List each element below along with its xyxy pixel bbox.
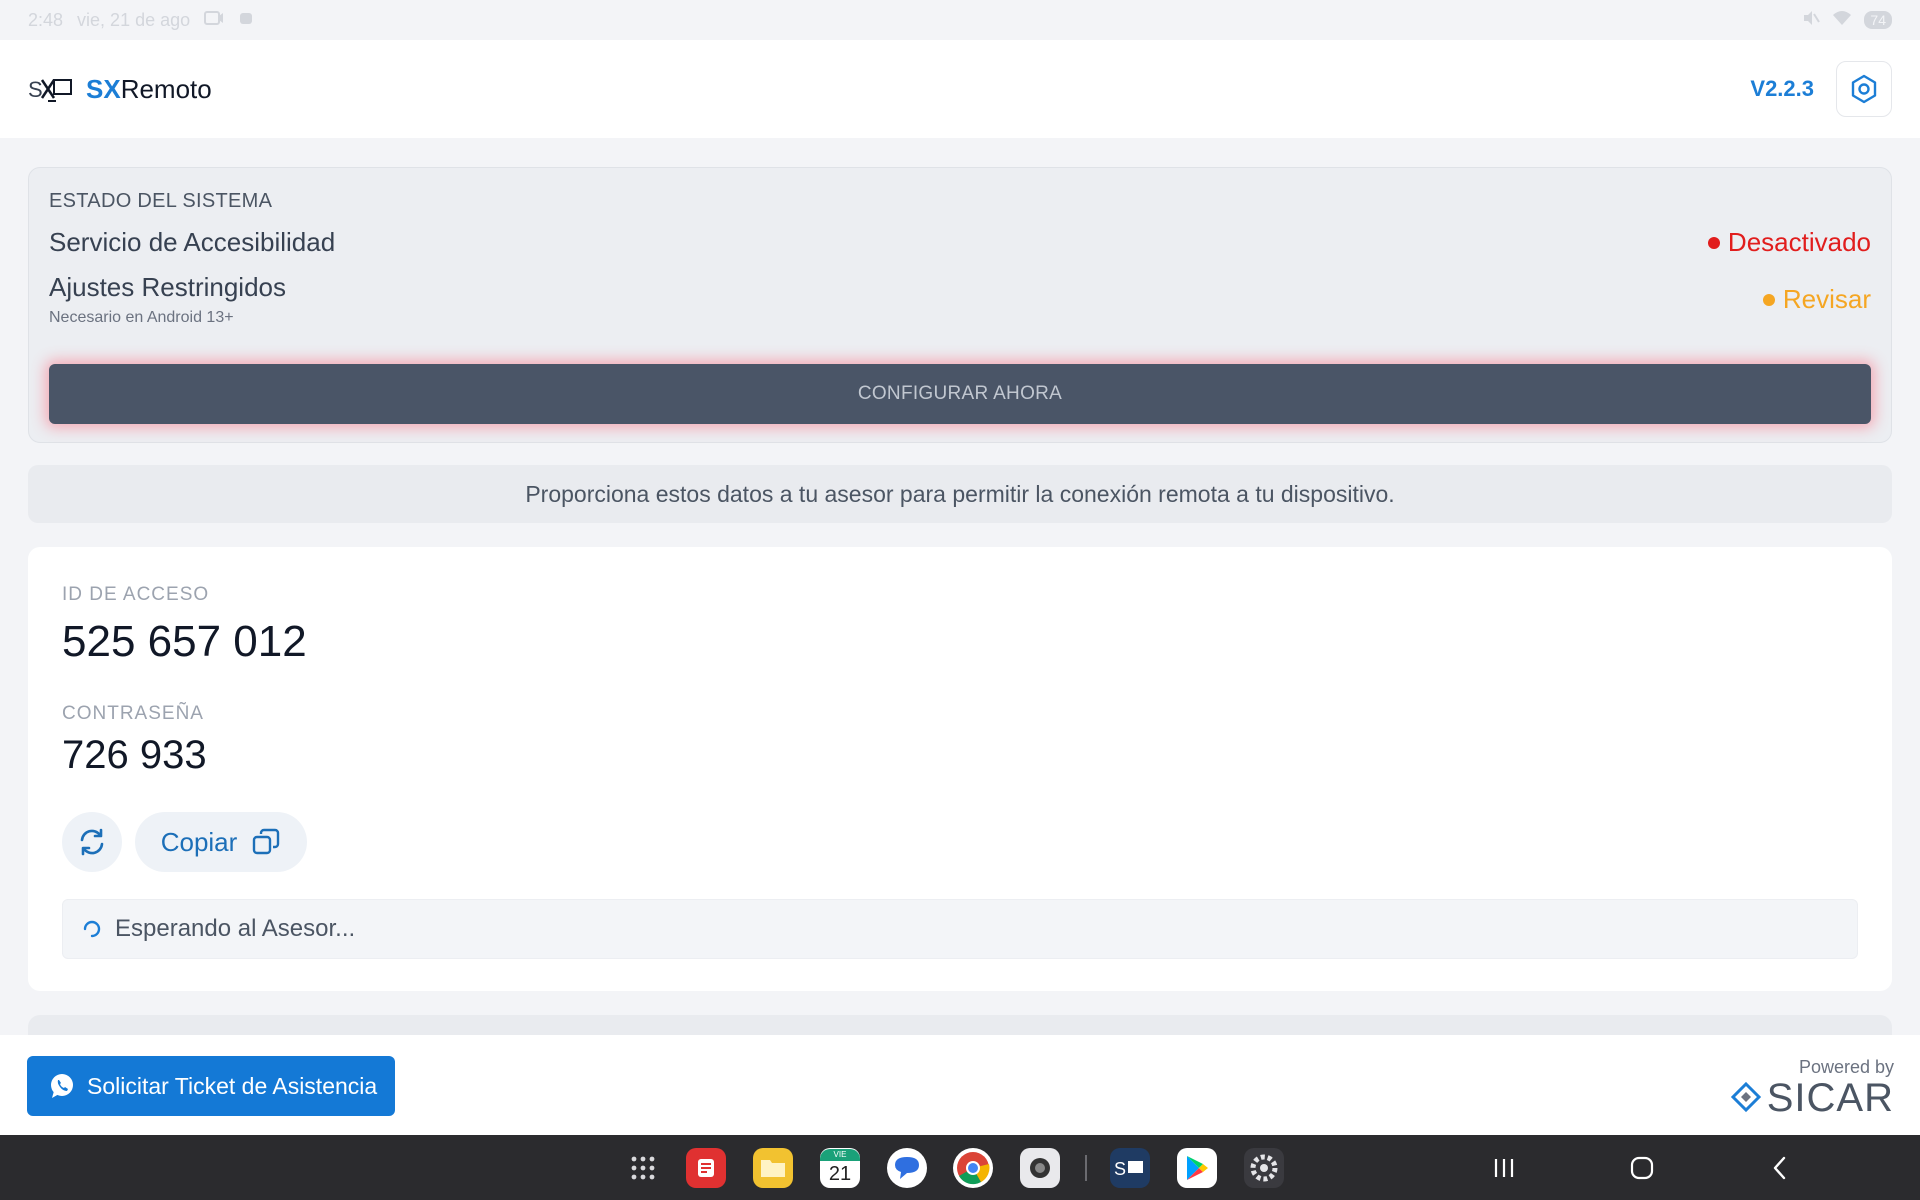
home-icon[interactable]: [1625, 1151, 1659, 1185]
calendar-day-number: 21: [828, 1163, 852, 1185]
status-time: 2:48: [28, 9, 64, 30]
refresh-icon: [80, 828, 104, 856]
accessibility-state: Desactivado: [1727, 227, 1871, 257]
restricted-sublabel: Necesario en Android 13+: [49, 309, 234, 326]
waiting-text: Esperando al Asesor...: [115, 915, 356, 942]
android-navigation-bar: VIE 21 S: [0, 1135, 1920, 1200]
battery-indicator: 74: [1864, 11, 1892, 29]
brand-sx: SX: [86, 73, 121, 104]
svg-text:S: S: [1114, 1159, 1126, 1179]
app-notification-icon: [238, 10, 254, 31]
sicar-diamond-icon: [1730, 1082, 1761, 1113]
powered-by-text: Powered by: [1798, 1057, 1894, 1077]
waiting-status: Esperando al Asesor...: [62, 899, 1858, 959]
copy-icon: [253, 828, 280, 855]
mute-icon: [1802, 10, 1821, 31]
restricted-state: Revisar: [1782, 284, 1871, 314]
status-dot-red: [1707, 236, 1720, 249]
settings-button[interactable]: [1836, 61, 1892, 117]
accessibility-label: Servicio de Accesibilidad: [49, 227, 336, 257]
android-status-bar: 2:48 vie, 21 de ago 74: [0, 0, 1920, 40]
request-ticket-button[interactable]: Solicitar Ticket de Asistencia: [27, 1056, 395, 1116]
settings-app-icon[interactable]: [1244, 1148, 1284, 1188]
password-value: 726 933: [62, 733, 207, 777]
access-id-label: ID DE ACCESO: [62, 584, 210, 605]
gear-icon: [1851, 74, 1877, 104]
accessibility-status-badge: Desactivado: [1707, 227, 1871, 258]
back-icon[interactable]: [1763, 1151, 1797, 1185]
calendar-day-label: VIE: [820, 1149, 860, 1161]
refresh-password-button[interactable]: [62, 812, 122, 872]
status-date: vie, 21 de ago: [77, 9, 191, 30]
system-status-title: ESTADO DEL SISTEMA: [49, 190, 273, 212]
password-label: CONTRASEÑA: [62, 703, 204, 724]
sicar-logo: SICAR: [1730, 1076, 1894, 1120]
restricted-label: Ajustes Restringidos: [49, 272, 286, 302]
configure-now-button[interactable]: CONFIGURAR AHORA: [49, 364, 1871, 424]
chrome-app-icon[interactable]: [953, 1148, 993, 1188]
sicar-text: SICAR: [1766, 1076, 1894, 1120]
messages-app-icon[interactable]: [887, 1148, 927, 1188]
calendar-app-icon[interactable]: VIE 21: [820, 1148, 860, 1188]
app-brand: SXRemoto: [86, 74, 212, 105]
loading-spinner-icon: [83, 920, 101, 938]
taskbar-separator: [1085, 1155, 1087, 1181]
screen-record-icon: [204, 10, 224, 31]
restricted-status-row: Ajustes Restringidos Necesario en Androi…: [49, 272, 1871, 327]
copy-credentials-button[interactable]: Copiar: [135, 812, 307, 872]
whatsapp-icon: [51, 1074, 73, 1098]
info-banner: Proporciona estos datos a tu asesor para…: [28, 465, 1892, 523]
copy-label: Copiar: [160, 826, 238, 857]
status-dot-orange: [1762, 293, 1775, 306]
credentials-card: ID DE ACCESO 525 657 012 CONTRASEÑA 726 …: [28, 547, 1892, 991]
system-status-card: ESTADO DEL SISTEMA Servicio de Accesibil…: [28, 167, 1892, 443]
access-id-value: 525 657 012: [62, 617, 307, 666]
notes-app-icon[interactable]: [686, 1148, 726, 1188]
ticket-label: Solicitar Ticket de Asistencia: [87, 1072, 378, 1099]
sx-remote-logo-icon: S: [28, 72, 74, 106]
play-store-app-icon[interactable]: [1177, 1148, 1217, 1188]
app-header: S SXRemoto V2.2.3: [0, 40, 1920, 138]
powered-by-sicar: Powered by SICAR: [1730, 1057, 1894, 1120]
svg-text:S: S: [28, 77, 43, 102]
app-version: V2.2.3: [1750, 76, 1814, 101]
wifi-icon: [1832, 10, 1852, 31]
accessibility-status-row: Servicio de Accesibilidad Desactivado: [49, 227, 1871, 258]
restricted-status-badge: Revisar: [1762, 284, 1871, 315]
recent-apps-icon[interactable]: [1487, 1151, 1521, 1185]
app-drawer-icon[interactable]: [623, 1148, 663, 1188]
camera-app-icon[interactable]: [1020, 1148, 1060, 1188]
files-app-icon[interactable]: [753, 1148, 793, 1188]
sxremoto-app-icon[interactable]: S: [1110, 1148, 1150, 1188]
bottom-bar: Solicitar Ticket de Asistencia Powered b…: [0, 1035, 1920, 1135]
brand-rest: Remoto: [120, 73, 212, 104]
